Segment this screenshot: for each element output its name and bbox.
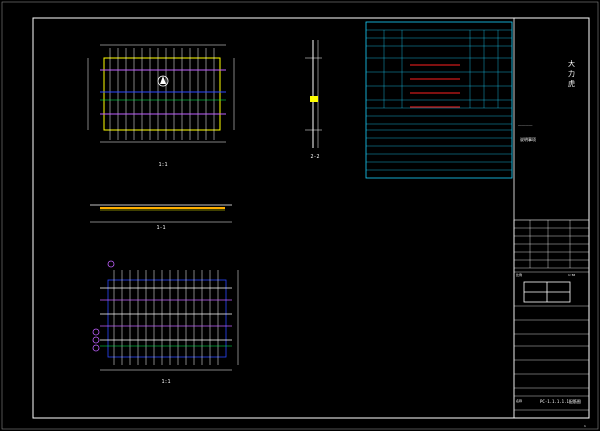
stamp-char: 力 bbox=[568, 69, 575, 78]
stamp-char: 虎 bbox=[568, 79, 575, 88]
designer-stamp: 大 力 虎 ———————— 说明事项 bbox=[518, 59, 575, 142]
plan-top-label: 1:1 bbox=[158, 162, 167, 168]
section-side-label: 2-2 bbox=[310, 154, 319, 160]
rebar-verticals-bottom bbox=[113, 270, 219, 365]
stamp-small-text: ———————— bbox=[518, 123, 533, 127]
name-label: 名称 bbox=[516, 398, 522, 403]
section-view-side[interactable]: 2-2 bbox=[305, 40, 322, 160]
drawing-frame bbox=[32, 17, 590, 419]
scale-value: 1:50 bbox=[568, 273, 575, 277]
sheet-number: 1 bbox=[584, 424, 586, 428]
rebar-verticals bbox=[109, 48, 215, 140]
drawing-title: PC-1.1.1.1.1配筋图 bbox=[540, 398, 581, 404]
section-marker-icon bbox=[92, 344, 100, 352]
section-view-long[interactable]: 1-1 bbox=[90, 204, 232, 231]
section-marker-icon bbox=[107, 260, 115, 268]
section-long-label: 1-1 bbox=[156, 225, 165, 231]
schedule-grid bbox=[366, 29, 512, 171]
plan-view-top[interactable]: 1:1 bbox=[87, 44, 235, 168]
title-block[interactable]: 比例 1:50 名称 PC-1.1.1.1.1配筋图 1 bbox=[513, 18, 590, 428]
rebar-schedule-table[interactable] bbox=[365, 21, 513, 179]
plan-bottom-label: 1:1 bbox=[161, 379, 170, 385]
section-marker-icon bbox=[92, 336, 100, 344]
cad-drawing-canvas[interactable]: 1:1 2-2 1-1 1:1 大 力 虎 ———————— 说明事项 比例 1… bbox=[0, 0, 600, 431]
rebar-horizontals-bottom bbox=[100, 287, 232, 347]
plan-view-bottom[interactable]: 1:1 bbox=[92, 260, 239, 385]
title-block-rows bbox=[514, 220, 589, 411]
stamp-note: 说明事项 bbox=[520, 136, 536, 142]
section-marker-icon bbox=[92, 328, 100, 336]
scale-label: 比例 bbox=[516, 272, 522, 277]
stamp-char: 大 bbox=[568, 59, 575, 68]
sheet-border bbox=[1, 1, 599, 430]
